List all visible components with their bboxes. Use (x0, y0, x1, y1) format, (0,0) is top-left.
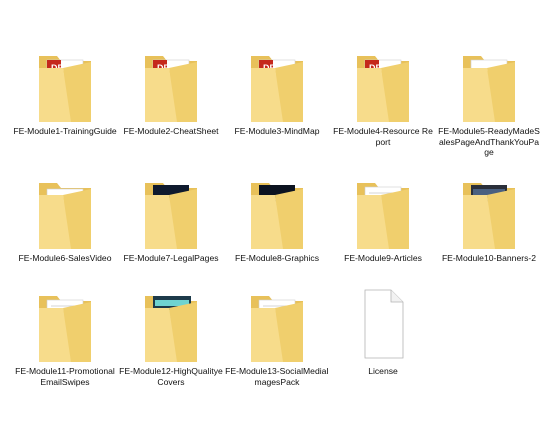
folder-firefox-icon (457, 46, 521, 124)
folder-pdf-icon: DF (351, 46, 415, 124)
folder-label: FE-Module3-MindMap (234, 126, 320, 136)
folder-label: FE-Module1-TrainingGuide (13, 126, 117, 136)
folder-label: FE-Module4-Resource Report (333, 126, 433, 147)
folder-item-fe-module9[interactable]: FE-Module9-Articles (330, 173, 436, 264)
folder-pdf-icon: DF (245, 46, 309, 124)
folder-item-fe-module10[interactable]: FE-Module10-Banners-2 (436, 173, 542, 264)
folder-pdf-icon: DF (139, 46, 203, 124)
folder-label: FE-Module13-SocialMediaImagesPack (225, 366, 329, 387)
file-item-license[interactable]: License (330, 286, 436, 377)
folder-item-fe-module1[interactable]: DF FE-Module1-TrainingGuide (12, 46, 118, 137)
folder-item-fe-module4[interactable]: DF FE-Module4-Resource Report (330, 46, 436, 147)
folder-graphics-icon (245, 173, 309, 251)
document-icon (351, 286, 415, 364)
folder-firefox-icon (139, 173, 203, 251)
folder-item-fe-module8[interactable]: FE-Module8-Graphics (224, 173, 330, 264)
folder-item-fe-module11[interactable]: FE-Module11-PromotionalEmailSwipes (12, 286, 118, 387)
folder-label: FE-Module12-HighQualityeCovers (119, 366, 223, 387)
folder-label: FE-Module2-CheatSheet (123, 126, 219, 136)
folder-item-fe-module3[interactable]: DF FE-Module3-MindMap (224, 46, 330, 137)
folder-label: FE-Module8-Graphics (234, 253, 320, 263)
folder-item-fe-module6[interactable]: FE-Module6-SalesVideo (12, 173, 118, 264)
folder-pdf-icon: DF (33, 46, 97, 124)
folder-item-fe-module5[interactable]: FE-Module5-ReadyMadeSalesPageAndThankYou… (436, 46, 542, 158)
file-label: License (368, 366, 398, 376)
folder-documents-icon (351, 173, 415, 251)
folder-label: FE-Module9-Articles (344, 253, 422, 263)
folder-label: FE-Module5-ReadyMadeSalesPageAndThankYou… (438, 126, 540, 157)
file-explorer-view: DF FE-Module1-TrainingGuide DF FE-Module… (0, 0, 554, 443)
folder-banner-icon (457, 173, 521, 251)
folder-cover-icon (139, 286, 203, 364)
folder-item-fe-module12[interactable]: FE-Module12-HighQualityeCovers (118, 286, 224, 387)
folder-label: FE-Module6-SalesVideo (18, 253, 112, 263)
folder-documents-icon (245, 286, 309, 364)
folder-icon (33, 173, 97, 251)
folder-documents-icon (33, 286, 97, 364)
folder-label: FE-Module7-LegalPages (123, 253, 219, 263)
folder-label: FE-Module10-Banners-2 (441, 253, 537, 263)
folder-item-fe-module13[interactable]: FE-Module13-SocialMediaImagesPack (224, 286, 330, 387)
folder-item-fe-module2[interactable]: DF FE-Module2-CheatSheet (118, 46, 224, 137)
folder-item-fe-module7[interactable]: FE-Module7-LegalPages (118, 173, 224, 264)
folder-label: FE-Module11-PromotionalEmailSwipes (15, 366, 115, 387)
